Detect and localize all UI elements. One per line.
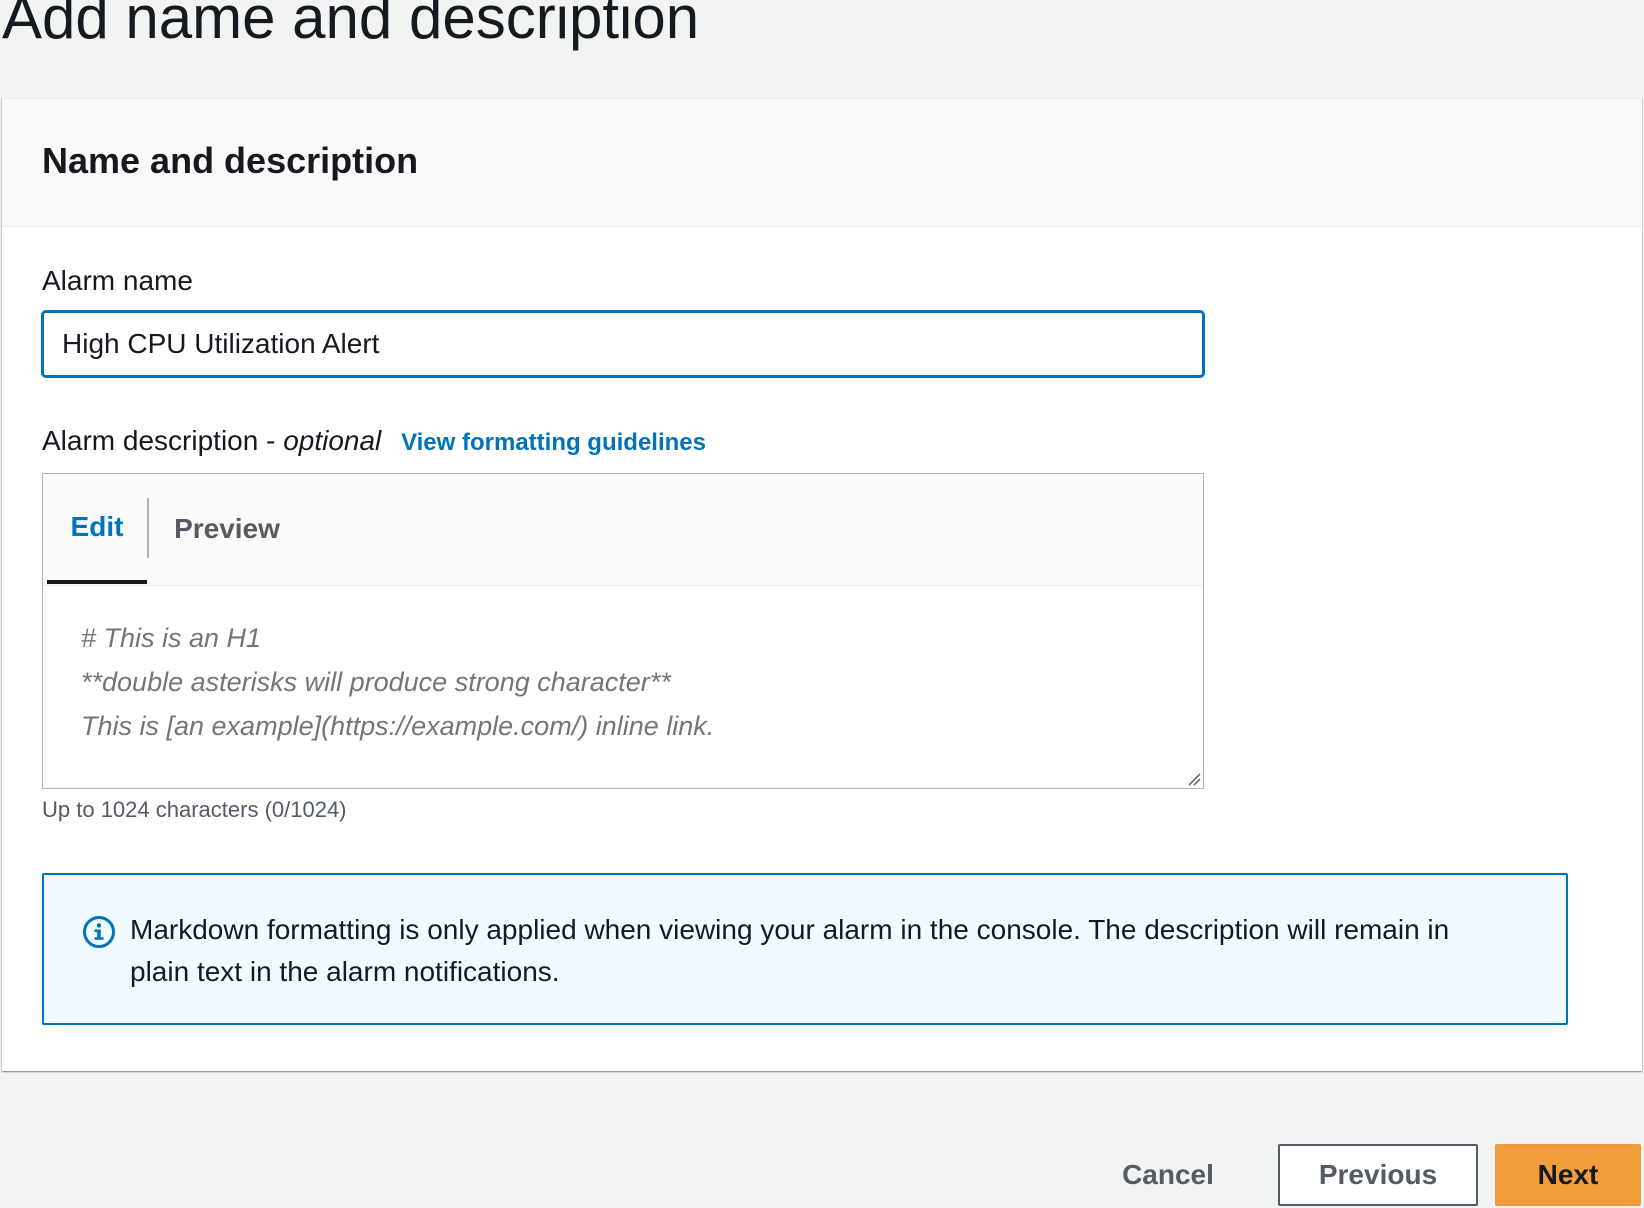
panel-title: Name and description xyxy=(42,140,419,181)
tab-edit[interactable]: Edit xyxy=(47,474,147,584)
view-formatting-guidelines-link[interactable]: View formatting guidelines xyxy=(401,429,706,456)
info-alert: Markdown formatting is only applied when… xyxy=(42,873,1568,1025)
page-title: Add name and description xyxy=(2,0,700,51)
cancel-button[interactable]: Cancel xyxy=(1098,1144,1238,1206)
alarm-description-textarea[interactable] xyxy=(43,586,1203,788)
tab-preview[interactable]: Preview xyxy=(149,474,305,584)
panel-header: Name and description xyxy=(2,99,1642,227)
info-icon xyxy=(83,916,115,948)
name-description-panel: Name and description Alarm name Alarm de… xyxy=(2,98,1642,1071)
info-text: Markdown formatting is only applied when… xyxy=(130,914,1450,987)
alarm-name-label: Alarm name xyxy=(42,265,193,296)
alarm-description-label: Alarm description - xyxy=(42,425,284,456)
optional-label: optional xyxy=(283,425,382,456)
alarm-name-input[interactable] xyxy=(42,311,1204,377)
resize-handle-icon[interactable] xyxy=(1187,772,1201,786)
editor-tabs: Edit Preview xyxy=(43,474,1203,586)
markdown-editor: Edit Preview xyxy=(42,473,1204,789)
alarm-description-label-row: Alarm description - optional View format… xyxy=(42,423,706,461)
next-button[interactable]: Next xyxy=(1495,1144,1641,1206)
character-constraint: Up to 1024 characters (0/1024) xyxy=(42,797,347,822)
previous-button[interactable]: Previous xyxy=(1278,1144,1478,1206)
